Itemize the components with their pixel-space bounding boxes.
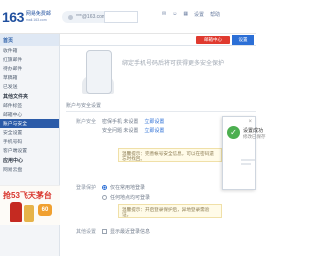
phone-banner: 绑定手机号码后将可获得更多安全保护 <box>82 50 256 98</box>
popup-divider <box>241 159 255 161</box>
popup-title: 设置成功 <box>243 128 264 134</box>
top-header: 163 网易免费邮 mail.163.com ***@163.com ✉ ☺ ▦… <box>0 0 256 34</box>
sidebar-item-flagged[interactable]: 红旗邮件 <box>0 55 59 64</box>
sidebar-item-sent[interactable]: 已发送 <box>0 82 59 91</box>
sidebar-item-cloud[interactable]: 网易云盘 <box>0 165 59 174</box>
checkbox-recent-login[interactable] <box>102 229 107 234</box>
tab-settings[interactable]: 设置 <box>232 35 254 45</box>
set-question-link[interactable]: 立即设置 <box>144 127 164 134</box>
login-protection-row: 登录保护 仅在常用地登录 任何地点均可登录 <box>66 184 150 201</box>
sidebar-group-other[interactable]: 其他文件夹 <box>0 91 59 101</box>
account-security-label: 账户安全 <box>75 119 96 125</box>
phone-status: 密保手机 未设置 <box>102 119 139 125</box>
sidebar-item-center[interactable]: 邮箱中心 <box>0 110 59 119</box>
bottle-icon <box>10 202 22 222</box>
tip-box: 温馨提示：完善帐号安全信息，可以在密码遗忘时找回。 <box>118 148 222 162</box>
success-popup: × ✓ 设置成功 修改已保存 <box>222 116 266 190</box>
avatar <box>68 14 73 20</box>
contacts-icon[interactable]: ☺ <box>172 11 177 18</box>
question-status: 安全问题 未设置 <box>102 128 139 134</box>
logo-number: 163 <box>2 9 24 25</box>
radio-any-location[interactable] <box>102 195 107 200</box>
login-protection-label: 登录保护 <box>75 185 96 191</box>
sidebar-item-drafts[interactable]: 草稿箱 <box>0 73 59 82</box>
ad-banner[interactable]: 抢53飞天茅台 60 <box>0 185 60 225</box>
logo[interactable]: 163 网易免费邮 mail.163.com <box>2 9 51 25</box>
other-settings-row: 其他设置 显示最近登录信息 <box>66 228 150 235</box>
popup-subtitle: 修改已保存 <box>243 134 266 139</box>
ad-badge: 60 <box>38 204 52 216</box>
sidebar-item-tags[interactable]: 邮件标签 <box>0 101 59 110</box>
settings-link[interactable]: 设置 <box>194 11 204 18</box>
banner-text: 绑定手机号码后将可获得更多安全保护 <box>122 61 225 67</box>
search-input[interactable] <box>104 11 138 23</box>
tab-mail-center[interactable]: 邮箱中心 <box>196 36 230 44</box>
other-settings-label: 其他设置 <box>75 229 96 235</box>
sidebar-item-todo[interactable]: 待办邮件 <box>0 64 59 73</box>
account-name: ***@163.com <box>76 14 107 20</box>
sidebar-item-client[interactable]: 客户端设置 <box>0 146 59 155</box>
sidebar-header[interactable]: 首页 <box>0 34 59 46</box>
account-security-row: 账户安全 密保手机 未设置 立即设置 安全问题 未设置 立即设置 <box>66 118 164 134</box>
sidebar-item-phone[interactable]: 手机号码 <box>0 137 59 146</box>
phone-illustration <box>86 50 112 94</box>
popup-divider-2 <box>241 163 251 165</box>
sidebar-item-inbox[interactable]: 收件箱 <box>0 46 59 55</box>
login-tip-box: 温馨提示：开启登录保护后，异地登录需验证。 <box>118 204 222 218</box>
ad-title: 抢53飞天茅台 <box>3 191 52 200</box>
sidebar-item-account-security[interactable]: 账户与安全 <box>0 119 59 128</box>
sidebar-group-apps[interactable]: 应用中心 <box>0 155 59 165</box>
logo-subtitle: mail.163.com <box>25 18 47 22</box>
tab-bar: 邮箱中心 设置 <box>60 34 256 46</box>
close-icon[interactable]: × <box>248 119 252 125</box>
top-links: ✉ ☺ ▦ 设置 帮助 <box>162 11 220 18</box>
section-title: 账户与安全设置 <box>66 100 256 112</box>
mail-icon[interactable]: ✉ <box>162 11 166 18</box>
set-phone-link[interactable]: 立即设置 <box>144 118 164 125</box>
app-icon[interactable]: ▦ <box>183 11 188 18</box>
radio-common-location[interactable] <box>102 185 107 190</box>
help-link[interactable]: 帮助 <box>210 11 220 18</box>
gift-box-icon <box>24 205 34 222</box>
sidebar-item-security-settings[interactable]: 安全设置 <box>0 128 59 137</box>
check-icon: ✓ <box>227 126 240 139</box>
